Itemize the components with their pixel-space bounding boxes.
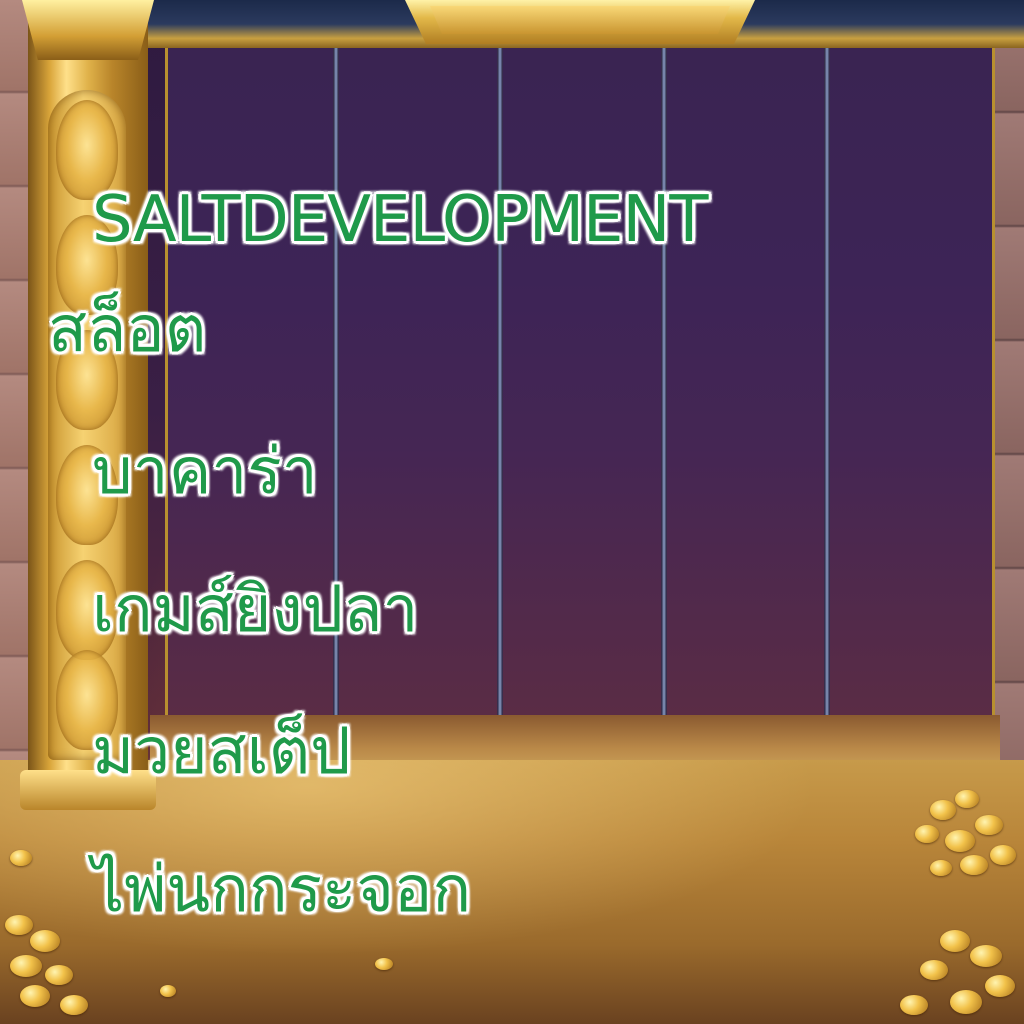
menu-item-fishing-game[interactable]: เกมส์ยิงปลา [92, 578, 418, 642]
menu-item-mahjong[interactable]: ไพ่นกกระจอก [92, 858, 471, 922]
menu-item-slot[interactable]: สล็อต [48, 298, 206, 362]
menu-item-baccarat[interactable]: บาคาร่า [92, 440, 318, 504]
game-menu: SALTDEVELOPMENT สล็อต บาคาร่า เกมส์ยิงปล… [0, 0, 1024, 1024]
menu-item-saltdevelopment[interactable]: SALTDEVELOPMENT [92, 188, 708, 252]
menu-item-muay-step[interactable]: มวยสเต็ป [92, 720, 351, 784]
